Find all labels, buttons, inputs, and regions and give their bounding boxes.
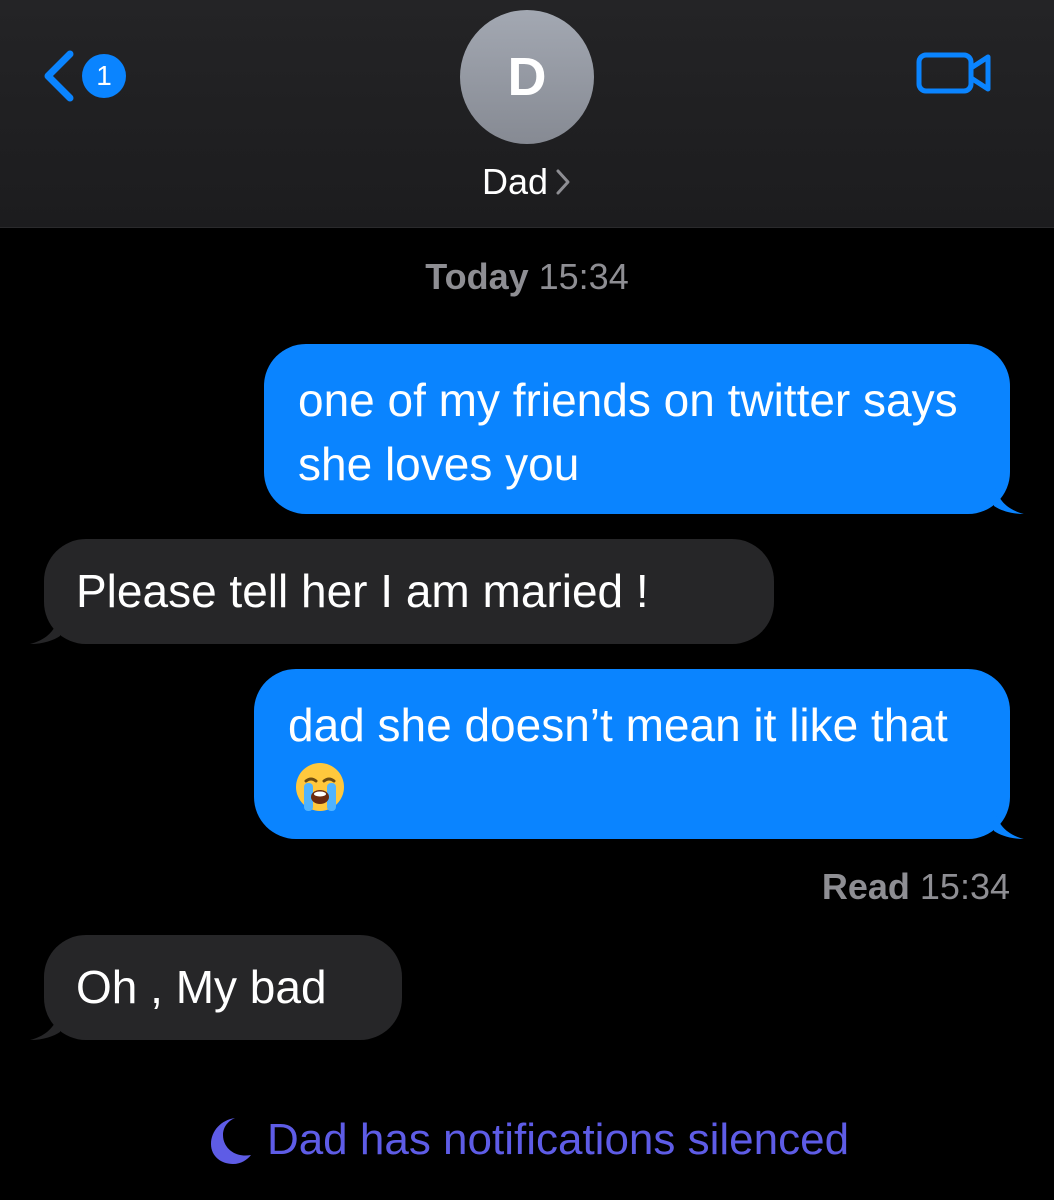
contact-name: Dad — [481, 161, 549, 202]
message-bubble-outgoing[interactable]: dad she doesn’t mean it like that — [254, 669, 1024, 839]
contact-avatar[interactable]: D — [460, 10, 594, 144]
read-label: Read — [821, 866, 910, 907]
avatar-initial: D — [507, 47, 547, 107]
notifications-silenced-notice: Dad has notifications silenced — [0, 1114, 1054, 1166]
message-text: Please tell her I am maried ! — [76, 565, 649, 617]
bubble-tail — [994, 480, 1024, 514]
loudly-crying-face-icon — [296, 763, 344, 811]
timestamp-time: 15:34 — [538, 256, 629, 297]
video-camera-icon — [916, 52, 991, 94]
conversation-header: 1 D Dad — [0, 0, 1054, 228]
read-time: 15:34 — [919, 866, 1010, 907]
facetime-video-button[interactable] — [916, 50, 992, 96]
message-bubble-outgoing[interactable]: one of my friends on twitter says she lo… — [264, 344, 1024, 514]
contact-details-button[interactable]: Dad — [0, 158, 1054, 206]
message-bubble-incoming[interactable]: Please tell her I am maried ! — [30, 539, 774, 644]
message-text: Oh , My bad — [76, 961, 327, 1013]
silenced-text: Dad has notifications silenced — [266, 1115, 850, 1164]
bubble-tail — [994, 805, 1024, 839]
message-text: dad she doesn’t mean it like that — [288, 699, 948, 751]
moon-icon — [210, 1118, 251, 1164]
bubble-tail — [30, 1006, 60, 1040]
back-button[interactable]: 1 — [40, 48, 140, 104]
message-bubble-incoming[interactable]: Oh , My bad — [30, 935, 402, 1040]
unread-count-badge: 1 — [82, 54, 126, 98]
bubble-tail — [30, 610, 60, 644]
read-receipt: Read 15:34 — [822, 866, 1010, 908]
chevron-left-icon — [44, 50, 74, 102]
chevron-right-icon — [554, 167, 572, 197]
message-text: one of my friends on twitter says she lo… — [298, 374, 958, 490]
timestamp-day: Today — [425, 256, 529, 297]
conversation-timestamp: Today 15:34 — [0, 256, 1054, 298]
